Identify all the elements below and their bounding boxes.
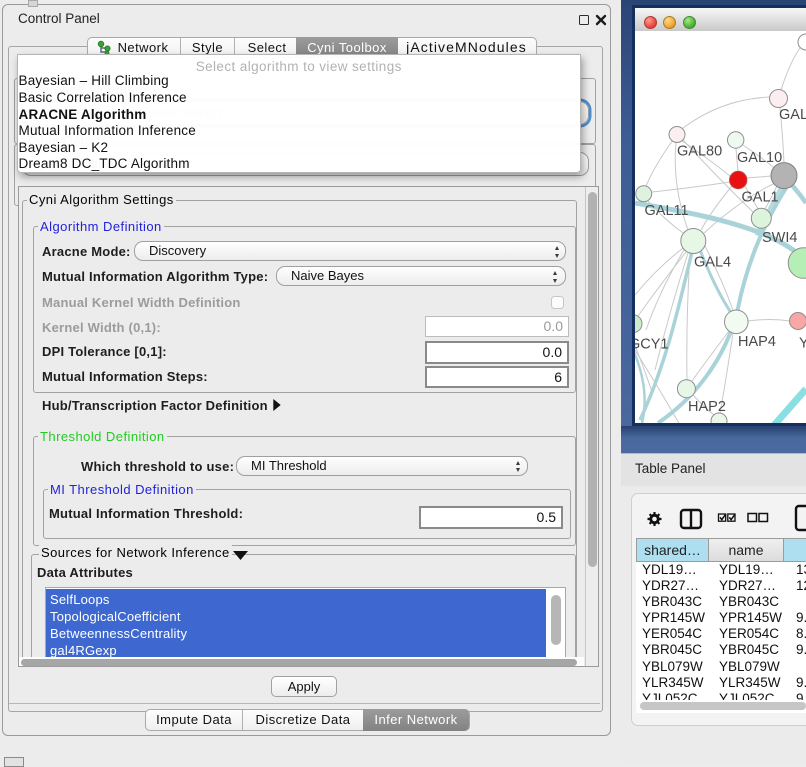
svg-text:GAL2: GAL2 — [779, 107, 806, 123]
svg-text:GAL10: GAL10 — [737, 150, 782, 166]
svg-text:GCY1: GCY1 — [635, 337, 669, 353]
svg-text:GAL80: GAL80 — [677, 144, 722, 160]
svg-text:HAP4: HAP4 — [738, 334, 776, 350]
svg-text:HAP2: HAP2 — [688, 399, 726, 415]
svg-text:GAL4: GAL4 — [694, 255, 731, 271]
svg-text:GAL11: GAL11 — [645, 203, 689, 219]
svg-text:SWI4: SWI4 — [762, 230, 797, 246]
svg-text:Y: Y — [799, 336, 806, 352]
svg-text:GAL1: GAL1 — [742, 190, 779, 206]
